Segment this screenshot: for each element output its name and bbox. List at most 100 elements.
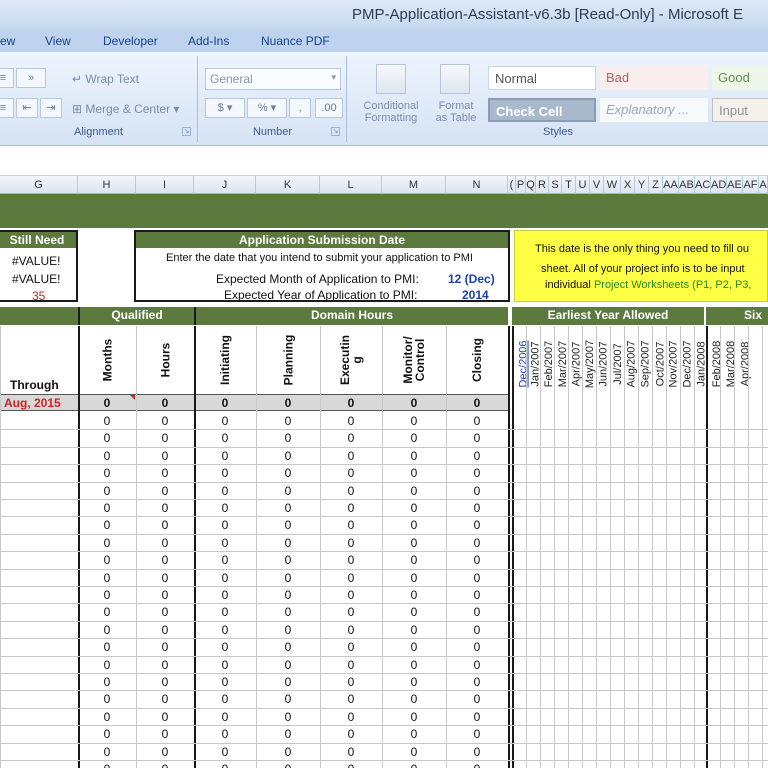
style-good[interactable]: Good bbox=[712, 66, 768, 90]
table-cell[interactable]: 0 bbox=[399, 431, 429, 445]
table-cell[interactable]: 0 bbox=[150, 553, 180, 567]
expected-month-input[interactable]: 12 (Dec) bbox=[448, 272, 495, 286]
style-bad[interactable]: Bad bbox=[600, 66, 708, 90]
table-cell[interactable]: 0 bbox=[273, 484, 303, 498]
table-cell[interactable]: 0 bbox=[336, 518, 366, 532]
table-cell[interactable]: 0 bbox=[150, 518, 180, 532]
table-cell[interactable]: 0 bbox=[92, 727, 122, 741]
table-cell[interactable]: 0 bbox=[150, 414, 180, 428]
table-cell[interactable]: 0 bbox=[150, 431, 180, 445]
table-cell[interactable]: 0 bbox=[462, 414, 492, 428]
column-header-x[interactable]: X bbox=[621, 176, 635, 194]
table-cell[interactable]: 0 bbox=[462, 675, 492, 689]
table-cell[interactable]: 0 bbox=[210, 553, 240, 567]
table-cell[interactable]: 0 bbox=[273, 675, 303, 689]
table-cell[interactable]: 0 bbox=[150, 762, 180, 768]
table-cell[interactable]: 0 bbox=[273, 623, 303, 637]
comment-indicator-icon[interactable] bbox=[130, 395, 135, 400]
table-cell[interactable]: 0 bbox=[336, 484, 366, 498]
table-cell[interactable]: 0 bbox=[399, 571, 429, 585]
table-cell[interactable]: 0 bbox=[150, 571, 180, 585]
column-header-ab[interactable]: AB bbox=[679, 176, 695, 194]
total-cell[interactable]: 0 bbox=[462, 396, 492, 410]
table-cell[interactable]: 0 bbox=[462, 431, 492, 445]
table-cell[interactable]: 0 bbox=[336, 692, 366, 706]
table-cell[interactable]: 0 bbox=[150, 658, 180, 672]
table-cell[interactable]: 0 bbox=[273, 710, 303, 724]
table-cell[interactable]: 0 bbox=[150, 605, 180, 619]
table-cell[interactable]: 0 bbox=[399, 414, 429, 428]
table-cell[interactable]: 0 bbox=[273, 640, 303, 654]
currency-button[interactable]: $ ▾ bbox=[205, 98, 245, 118]
table-cell[interactable]: 0 bbox=[210, 727, 240, 741]
indent-icon[interactable]: ≡ bbox=[0, 68, 14, 88]
table-cell[interactable]: 0 bbox=[336, 536, 366, 550]
table-cell[interactable]: 0 bbox=[210, 431, 240, 445]
through-date[interactable]: Aug, 2015 bbox=[4, 396, 61, 410]
percent-button[interactable]: % ▾ bbox=[247, 98, 287, 118]
table-cell[interactable]: 0 bbox=[462, 640, 492, 654]
table-cell[interactable]: 0 bbox=[462, 710, 492, 724]
total-cell[interactable]: 0 bbox=[336, 396, 366, 410]
alignment-launcher-icon[interactable]: ↘ bbox=[182, 127, 191, 136]
table-cell[interactable]: 0 bbox=[92, 571, 122, 585]
table-cell[interactable]: 0 bbox=[462, 466, 492, 480]
column-header-ac[interactable]: AC bbox=[695, 176, 711, 194]
table-cell[interactable]: 0 bbox=[462, 588, 492, 602]
table-cell[interactable]: 0 bbox=[273, 431, 303, 445]
table-cell[interactable]: 0 bbox=[210, 449, 240, 463]
table-cell[interactable]: 0 bbox=[273, 518, 303, 532]
table-cell[interactable]: 0 bbox=[150, 640, 180, 654]
table-cell[interactable]: 0 bbox=[210, 623, 240, 637]
column-header-r[interactable]: R bbox=[536, 176, 549, 194]
wrap-text-button[interactable]: ↵ Wrap Text bbox=[72, 72, 139, 86]
table-cell[interactable]: 0 bbox=[399, 605, 429, 619]
table-cell[interactable]: 0 bbox=[336, 710, 366, 724]
table-cell[interactable]: 0 bbox=[92, 588, 122, 602]
table-cell[interactable]: 0 bbox=[462, 623, 492, 637]
column-header-j[interactable]: J bbox=[194, 176, 256, 194]
table-cell[interactable]: 0 bbox=[210, 675, 240, 689]
table-cell[interactable]: 0 bbox=[150, 675, 180, 689]
table-cell[interactable]: 0 bbox=[399, 745, 429, 759]
table-cell[interactable]: 0 bbox=[92, 692, 122, 706]
table-cell[interactable]: 0 bbox=[273, 692, 303, 706]
tab-view[interactable]: View bbox=[45, 34, 71, 48]
table-cell[interactable]: 0 bbox=[336, 501, 366, 515]
table-cell[interactable]: 0 bbox=[336, 571, 366, 585]
table-cell[interactable]: 0 bbox=[150, 623, 180, 637]
table-cell[interactable]: 0 bbox=[399, 588, 429, 602]
column-header-s[interactable]: S bbox=[549, 176, 562, 194]
orientation-icon[interactable]: » bbox=[16, 68, 46, 88]
table-cell[interactable]: 0 bbox=[150, 484, 180, 498]
formula-bar[interactable] bbox=[0, 146, 768, 176]
table-cell[interactable]: 0 bbox=[273, 536, 303, 550]
table-cell[interactable]: 0 bbox=[92, 605, 122, 619]
project-worksheets-link[interactable]: Project Worksheets (P1, P2, P3, bbox=[594, 279, 752, 291]
conditional-formatting-button[interactable]: Conditional Formatting bbox=[356, 100, 426, 124]
table-cell[interactable]: 0 bbox=[210, 466, 240, 480]
column-header-ag[interactable]: A bbox=[759, 176, 768, 194]
table-cell[interactable]: 0 bbox=[92, 501, 122, 515]
table-cell[interactable]: 0 bbox=[273, 745, 303, 759]
table-cell[interactable]: 0 bbox=[462, 727, 492, 741]
table-cell[interactable]: 0 bbox=[336, 553, 366, 567]
style-input[interactable]: Input bbox=[712, 98, 768, 122]
table-cell[interactable]: 0 bbox=[399, 710, 429, 724]
column-header-aa[interactable]: AA bbox=[663, 176, 679, 194]
table-cell[interactable]: 0 bbox=[150, 466, 180, 480]
table-cell[interactable]: 0 bbox=[210, 414, 240, 428]
total-cell[interactable]: 0 bbox=[210, 396, 240, 410]
comma-button[interactable]: , bbox=[289, 98, 311, 118]
table-cell[interactable]: 0 bbox=[462, 571, 492, 585]
table-cell[interactable]: 0 bbox=[336, 640, 366, 654]
table-cell[interactable]: 0 bbox=[336, 466, 366, 480]
table-cell[interactable]: 0 bbox=[399, 762, 429, 768]
total-cell[interactable]: 0 bbox=[92, 396, 122, 410]
table-cell[interactable]: 0 bbox=[399, 466, 429, 480]
table-cell[interactable]: 0 bbox=[150, 449, 180, 463]
decrease-indent-icon[interactable]: ⇤ bbox=[16, 98, 38, 118]
align-icon[interactable]: ≡ bbox=[0, 98, 14, 118]
table-cell[interactable]: 0 bbox=[92, 536, 122, 550]
table-cell[interactable]: 0 bbox=[399, 727, 429, 741]
